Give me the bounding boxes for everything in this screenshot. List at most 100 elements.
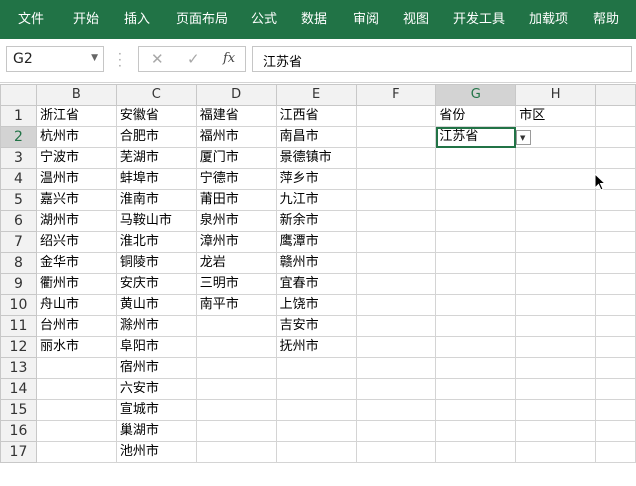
cell[interactable] xyxy=(435,231,517,253)
cell[interactable] xyxy=(195,336,277,358)
cell[interactable]: 萍乡市 xyxy=(275,168,357,190)
cell[interactable] xyxy=(355,357,437,379)
row-header[interactable]: 1 xyxy=(0,105,37,127)
cell[interactable] xyxy=(275,441,357,463)
row-header[interactable]: 7 xyxy=(0,231,37,253)
cancel-icon[interactable]: ✕ xyxy=(151,50,164,68)
cell[interactable] xyxy=(515,378,597,400)
cell[interactable] xyxy=(515,210,597,232)
cell[interactable] xyxy=(435,147,517,169)
tab-developer[interactable]: 开发工具 xyxy=(453,0,505,39)
cell[interactable] xyxy=(595,336,636,358)
cell[interactable]: 宿州市 xyxy=(115,357,197,379)
cell[interactable]: 嘉兴市 xyxy=(35,189,117,211)
cell[interactable]: 淮南市 xyxy=(115,189,197,211)
cell[interactable]: 福建省 xyxy=(195,105,277,127)
cell[interactable] xyxy=(195,315,277,337)
cell[interactable]: 上饶市 xyxy=(275,294,357,316)
cell[interactable]: 池州市 xyxy=(115,441,197,463)
cell[interactable]: 湖州市 xyxy=(35,210,117,232)
cell[interactable] xyxy=(355,147,437,169)
row-header[interactable]: 13 xyxy=(0,357,37,379)
cell[interactable]: 合肥市 xyxy=(115,126,197,148)
cell[interactable]: 省份 xyxy=(435,105,517,127)
cell[interactable] xyxy=(355,105,437,127)
cell[interactable] xyxy=(515,294,597,316)
cell[interactable]: 衢州市 xyxy=(35,273,117,295)
cell[interactable] xyxy=(435,189,517,211)
cell[interactable] xyxy=(595,273,636,295)
cell[interactable]: 宁波市 xyxy=(35,147,117,169)
cell[interactable]: 江西省 xyxy=(275,105,357,127)
cell[interactable]: 龙岩 xyxy=(195,252,277,274)
tab-help[interactable]: 帮助 xyxy=(593,0,619,39)
cell[interactable] xyxy=(275,399,357,421)
cell[interactable]: 安庆市 xyxy=(115,273,197,295)
grip-icon[interactable]: · · · xyxy=(118,48,122,72)
cell[interactable] xyxy=(595,294,636,316)
check-icon[interactable]: ✓ xyxy=(187,50,200,68)
tab-add-ins[interactable]: 加载项 xyxy=(529,0,568,39)
cell[interactable]: 漳州市 xyxy=(195,231,277,253)
cell[interactable]: 丽水市 xyxy=(35,336,117,358)
cell[interactable]: 南昌市 xyxy=(275,126,357,148)
cell[interactable]: 吉安市 xyxy=(275,315,357,337)
cell[interactable] xyxy=(515,420,597,442)
cell[interactable] xyxy=(195,441,277,463)
cell[interactable] xyxy=(275,357,357,379)
cell[interactable] xyxy=(595,420,636,442)
cell[interactable]: 宜春市 xyxy=(275,273,357,295)
cell[interactable] xyxy=(435,273,517,295)
cell[interactable]: 宣城市 xyxy=(115,399,197,421)
cell[interactable] xyxy=(35,357,117,379)
column-header-b[interactable]: B xyxy=(35,84,117,106)
chevron-down-icon[interactable]: ▼ xyxy=(91,53,98,63)
cell[interactable] xyxy=(595,399,636,421)
cell[interactable] xyxy=(195,378,277,400)
row-header[interactable]: 17 xyxy=(0,441,37,463)
cell[interactable] xyxy=(355,273,437,295)
tab-page-layout[interactable]: 页面布局 xyxy=(176,0,228,39)
cell[interactable] xyxy=(515,399,597,421)
cell[interactable] xyxy=(515,189,597,211)
tab-review[interactable]: 审阅 xyxy=(353,0,379,39)
cell[interactable] xyxy=(435,357,517,379)
cell[interactable]: 鹰潭市 xyxy=(275,231,357,253)
cell[interactable] xyxy=(355,210,437,232)
cell[interactable] xyxy=(35,441,117,463)
row-header[interactable]: 2 xyxy=(0,126,37,148)
cell[interactable] xyxy=(435,420,517,442)
row-header[interactable]: 12 xyxy=(0,336,37,358)
cell[interactable] xyxy=(35,378,117,400)
cell[interactable]: 新余市 xyxy=(275,210,357,232)
cell[interactable] xyxy=(435,336,517,358)
cell[interactable]: 抚州市 xyxy=(275,336,357,358)
cell[interactable] xyxy=(195,420,277,442)
cell[interactable]: 安徽省 xyxy=(115,105,197,127)
column-header-e[interactable]: E xyxy=(275,84,357,106)
formula-input[interactable]: 江苏省 xyxy=(252,46,632,72)
cell[interactable]: 市区 xyxy=(515,105,597,127)
row-header[interactable]: 16 xyxy=(0,420,37,442)
cell[interactable]: 宁德市 xyxy=(195,168,277,190)
column-header-g[interactable]: G xyxy=(435,84,517,106)
tab-formulas[interactable]: 公式 xyxy=(251,0,277,39)
cell[interactable] xyxy=(595,231,636,253)
cell[interactable]: 巢湖市 xyxy=(115,420,197,442)
cell[interactable] xyxy=(275,420,357,442)
cell[interactable] xyxy=(355,189,437,211)
cell[interactable] xyxy=(595,189,636,211)
row-header[interactable]: 5 xyxy=(0,189,37,211)
cell[interactable]: 南平市 xyxy=(195,294,277,316)
row-header[interactable]: 10 xyxy=(0,294,37,316)
cell[interactable] xyxy=(435,378,517,400)
cell[interactable] xyxy=(595,441,636,463)
cell[interactable]: 舟山市 xyxy=(35,294,117,316)
cell[interactable] xyxy=(515,357,597,379)
name-box[interactable]: G2 ▼ xyxy=(6,46,104,72)
cell[interactable]: 温州市 xyxy=(35,168,117,190)
column-header-d[interactable]: D xyxy=(195,84,277,106)
row-header[interactable]: 3 xyxy=(0,147,37,169)
cell[interactable]: 绍兴市 xyxy=(35,231,117,253)
row-header[interactable]: 6 xyxy=(0,210,37,232)
